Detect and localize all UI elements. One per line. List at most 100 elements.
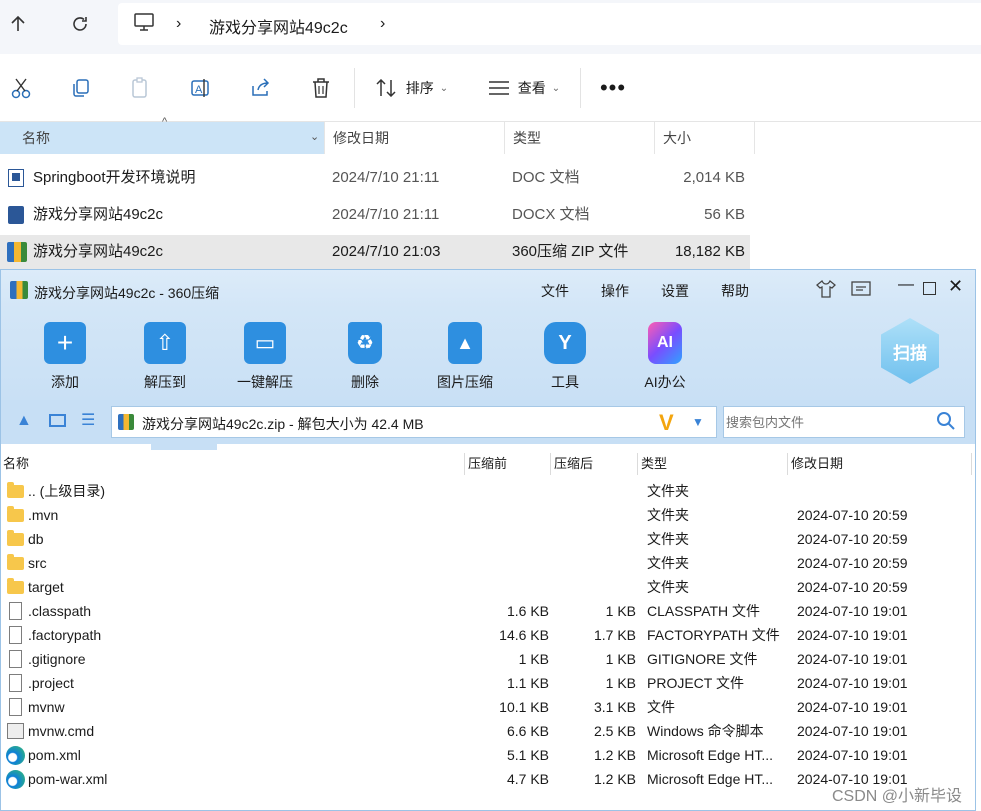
sort-button[interactable]: 排序 ⌄ — [366, 54, 458, 122]
menu-file[interactable]: 文件 — [541, 281, 569, 301]
search-box[interactable] — [723, 406, 965, 438]
entry-date: 2024-07-10 19:01 — [797, 675, 908, 691]
chevron-down-icon: ⌄ — [551, 82, 561, 94]
column-after[interactable]: 压缩后 — [551, 453, 638, 475]
more-options-icon[interactable]: ••• — [592, 54, 634, 122]
column-before[interactable]: 压缩前 — [465, 453, 551, 475]
column-name[interactable]: 名称 — [1, 453, 465, 475]
breadcrumb-folder[interactable]: 游戏分享网站49c2c — [209, 14, 348, 38]
word-docx-icon — [8, 206, 24, 224]
entry-name: pom.xml — [28, 747, 81, 763]
folder-row[interactable]: db 文件夹 2024-07-10 20:59 — [1, 527, 975, 551]
file-size: 2,014 KB — [683, 169, 745, 186]
dropdown-arrow-icon[interactable]: ▼ — [692, 415, 704, 429]
folder-icon — [7, 482, 24, 498]
tools-button[interactable]: Y 工具 — [525, 318, 605, 392]
archive-path-field[interactable]: 游戏分享网站49c2c.zip - 解包大小为 42.4 MB V ▼ — [111, 406, 717, 438]
scan-shield-button[interactable]: 扫描 — [881, 318, 939, 384]
svg-text:A: A — [195, 84, 203, 96]
paste-icon[interactable] — [120, 54, 162, 122]
file-row[interactable]: Springboot开发环境说明 2024/7/10 21:11 DOC 文档 … — [0, 161, 750, 195]
folder-row[interactable]: target 文件夹 2024-07-10 20:59 — [1, 575, 975, 599]
feedback-icon[interactable] — [851, 281, 871, 300]
delete-icon[interactable] — [300, 54, 342, 122]
view-button[interactable]: 查看 ⌄ — [478, 54, 570, 122]
entry-size-before: 6.6 KB — [506, 723, 549, 739]
up-arrow-icon[interactable] — [0, 6, 36, 42]
cut-icon[interactable] — [0, 54, 42, 122]
menu-operate[interactable]: 操作 — [601, 281, 629, 301]
entry-size-after: 1.2 KB — [593, 771, 636, 787]
image-compress-label: 图片压缩 — [437, 374, 493, 390]
folder-icon — [7, 578, 24, 594]
entry-date: 2024-07-10 20:59 — [797, 579, 908, 595]
zip-column-headers: 名称 压缩前 压缩后 类型 修改日期 — [1, 453, 975, 475]
sort-ascending-icon: ^ — [162, 116, 168, 128]
entry-type: 文件夹 — [647, 579, 689, 595]
file-row[interactable]: .gitignore 1 KB 1 KB GITIGNORE 文件 2024-07-10… — [1, 647, 975, 671]
entry-size-after: 1.7 KB — [593, 627, 636, 643]
rename-icon[interactable]: A — [180, 54, 222, 122]
copy-icon[interactable] — [60, 54, 102, 122]
splitter — [151, 444, 217, 450]
search-input[interactable] — [726, 411, 926, 433]
file-size: 18,182 KB — [674, 243, 745, 260]
add-button[interactable]: + 添加 — [25, 318, 105, 392]
column-date[interactable]: 修改日期 — [788, 453, 972, 475]
file-row[interactable]: pom-war.xml 4.7 KB 1.2 KB Microsoft Edge HT… — [1, 767, 975, 791]
file-row[interactable]: mvnw.cmd 6.6 KB 2.5 KB Windows 命令脚本 2024-07-… — [1, 719, 975, 743]
column-date[interactable]: 修改日期 — [325, 122, 505, 154]
maximize-icon[interactable] — [923, 282, 936, 295]
address-bar[interactable]: › 游戏分享网站49c2c › — [118, 3, 981, 45]
image-compress-button[interactable]: ▲ 图片压缩 — [425, 318, 505, 392]
skin-icon[interactable] — [816, 279, 836, 301]
extract-to-button[interactable]: ⇧ 解压到 — [125, 318, 205, 392]
search-icon[interactable] — [936, 411, 956, 434]
menu-help[interactable]: 帮助 — [721, 281, 749, 301]
file-row[interactable]: pom.xml 5.1 KB 1.2 KB Microsoft Edge HT... 2… — [1, 743, 975, 767]
file-row[interactable]: 游戏分享网站49c2c 2024/7/10 21:11 DOCX 文档 56 K… — [0, 198, 750, 232]
recycle-bin-icon: ♻ — [348, 322, 382, 364]
chevron-down-icon[interactable]: ⌄ — [310, 130, 319, 143]
minimize-icon[interactable]: — — [898, 276, 914, 294]
entry-name: target — [28, 579, 64, 595]
file-row[interactable]: .classpath 1.6 KB 1 KB CLASSPATH 文件 2024-07-… — [1, 599, 975, 623]
file-row[interactable]: .factorypath 14.6 KB 1.7 KB FACTORYPATH 文件 2… — [1, 623, 975, 647]
entry-date: 2024-07-10 19:01 — [797, 747, 908, 763]
file-date: 2024/7/10 21:11 — [332, 206, 440, 223]
add-label: 添加 — [51, 374, 79, 390]
column-type[interactable]: 类型 — [505, 122, 655, 154]
folder-icon — [7, 554, 24, 570]
v-verified-icon[interactable]: V — [659, 410, 674, 436]
entry-name: .factorypath — [28, 627, 102, 643]
thumbnail-view-icon[interactable] — [49, 414, 66, 427]
file-row[interactable]: mvnw 10.1 KB 3.1 KB 文件 2024-07-10 19:01 — [1, 695, 975, 719]
file-row-selected[interactable]: 游戏分享网站49c2c 2024/7/10 21:03 360压缩 ZIP 文件… — [0, 235, 750, 269]
file-icon — [9, 626, 22, 644]
entry-size-after: 1 KB — [605, 675, 636, 691]
column-size[interactable]: 大小 — [655, 122, 755, 154]
folder-row[interactable]: .. (上级目录) 文件夹 — [1, 479, 975, 503]
word-doc-icon — [8, 169, 24, 187]
close-icon[interactable]: ✕ — [948, 276, 963, 297]
menu-settings[interactable]: 设置 — [661, 281, 689, 301]
zip-window-title: 游戏分享网站49c2c - 360压缩 — [34, 285, 220, 301]
share-icon[interactable] — [240, 54, 282, 122]
entry-size-after: 3.1 KB — [593, 699, 636, 715]
column-type[interactable]: 类型 — [638, 453, 788, 475]
list-view-icon[interactable]: ☰ — [81, 410, 95, 430]
entry-name: mvnw.cmd — [28, 723, 95, 739]
ai-office-button[interactable]: AI AI办公 — [625, 318, 705, 392]
entry-name: src — [28, 555, 47, 571]
file-icon — [9, 602, 22, 620]
up-level-icon[interactable]: ▲ — [16, 412, 32, 430]
zip-archive-icon — [7, 242, 27, 262]
watermark: CSDN @小新毕设 — [832, 788, 963, 805]
folder-row[interactable]: .mvn 文件夹 2024-07-10 20:59 — [1, 503, 975, 527]
folder-row[interactable]: src 文件夹 2024-07-10 20:59 — [1, 551, 975, 575]
one-click-extract-button[interactable]: ▭ 一键解压 — [225, 318, 305, 392]
refresh-icon[interactable] — [62, 6, 98, 42]
delete-button[interactable]: ♻ 删除 — [325, 318, 405, 392]
file-row[interactable]: .project 1.1 KB 1 KB PROJECT 文件 2024-07-10 1… — [1, 671, 975, 695]
chevron-right-icon[interactable]: › — [380, 15, 385, 33]
